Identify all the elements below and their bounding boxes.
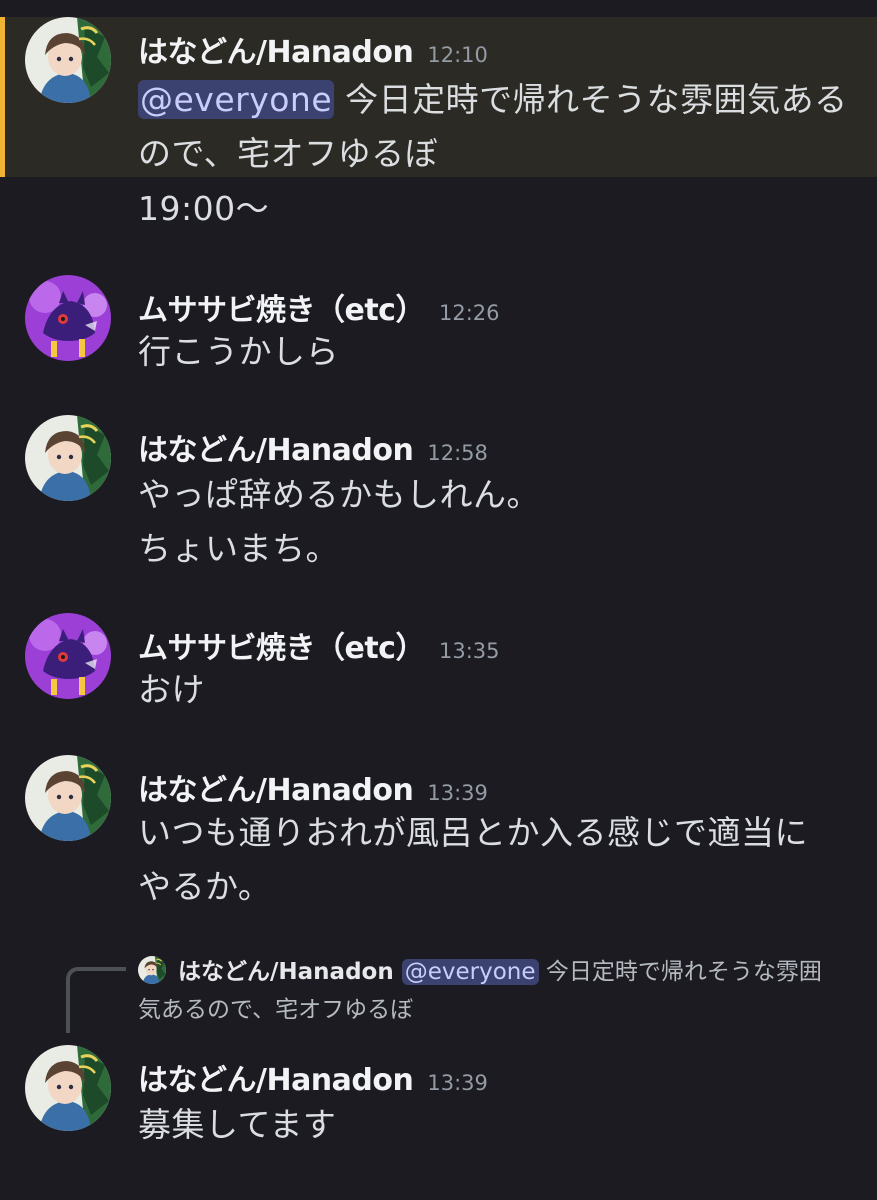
username[interactable]: はなどん/Hanadon xyxy=(138,433,414,468)
message-text: 19:00〜 xyxy=(138,189,270,228)
hanadon-avatar-icon xyxy=(138,956,166,984)
username[interactable]: ムササビ焼き（etc） xyxy=(138,293,425,328)
mention-everyone[interactable]: @everyone xyxy=(138,80,335,119)
message-header: はなどん/Hanadon 13:39 xyxy=(138,1055,488,1099)
message-group: はなどん/Hanadon 12:10 @everyone 今日定時で帰れそうな雰囲… xyxy=(0,17,877,177)
username[interactable]: ムササビ焼き（etc） xyxy=(138,631,425,666)
message-text: ので、宅オフゆるぼ xyxy=(138,134,439,173)
message-continuation: 19:00〜 xyxy=(0,182,877,238)
timestamp: 12:26 xyxy=(438,301,500,325)
message-content: おけ xyxy=(138,663,205,717)
reply-connector xyxy=(66,967,126,1033)
user-avatar[interactable] xyxy=(25,275,111,361)
message-header: はなどん/Hanadon 13:39 xyxy=(138,765,488,809)
mention-everyone[interactable]: @everyone xyxy=(401,959,539,985)
timestamp: 12:10 xyxy=(427,43,488,67)
message-text: 行こうかしら xyxy=(138,332,339,371)
message-text: 募集してます xyxy=(138,1105,337,1144)
message-content: 募集してます xyxy=(138,1098,336,1152)
user-avatar[interactable] xyxy=(25,755,111,841)
user-avatar[interactable] xyxy=(25,415,111,501)
message-content: 19:00〜 xyxy=(138,182,269,236)
username[interactable]: はなどん/Hanadon xyxy=(138,773,414,808)
message-text: いつも通りおれが風呂とか入る感じで適当に xyxy=(138,813,808,852)
reply-text: 今日定時で帰れそうな雰囲 xyxy=(545,959,822,985)
message-content: やっぱ辞めるかもしれん。 ちょいまち。 xyxy=(138,468,540,576)
message-group: ムササビ焼き（etc） 13:35 おけ xyxy=(0,613,877,713)
timestamp: 13:39 xyxy=(427,1071,488,1095)
message-content: @everyone 今日定時で帰れそうな雰囲気ある ので、宅オフゆるぼ xyxy=(138,73,848,181)
timestamp: 12:58 xyxy=(427,441,488,465)
message-content: 行こうかしら xyxy=(138,325,339,379)
message-text: やっぱ辞めるかもしれん。 xyxy=(138,475,540,514)
message-text: おけ xyxy=(138,670,205,709)
reply-username[interactable]: はなどん/Hanadon xyxy=(178,959,394,985)
message-group: はなどん/Hanadon 13:39 募集してます xyxy=(0,1045,877,1155)
message-header: ムササビ焼き（etc） 13:35 xyxy=(138,623,500,667)
message-group: ムササビ焼き（etc） 12:26 行こうかしら xyxy=(0,275,877,375)
user-avatar[interactable] xyxy=(25,17,111,103)
reply-preview[interactable]: はなどん/Hanadon @everyone 今日定時で帰れそうな雰囲 気あるので… xyxy=(138,953,858,1029)
user-avatar[interactable] xyxy=(25,613,111,699)
username[interactable]: はなどん/Hanadon xyxy=(138,1063,414,1098)
hanadon-avatar-icon xyxy=(25,17,111,103)
message-text: ちょいまち。 xyxy=(138,529,339,568)
timestamp: 13:35 xyxy=(438,639,500,663)
message-group: はなどん/Hanadon 13:39 いつも通りおれが風呂とか入る感じで適当に や… xyxy=(0,755,877,915)
reply-text: 気あるので、宅オフゆるぼ xyxy=(138,997,414,1023)
message-header: はなどん/Hanadon 12:58 xyxy=(138,425,488,469)
username[interactable]: はなどん/Hanadon xyxy=(138,35,414,70)
hanadon-avatar-icon xyxy=(25,755,111,841)
user-avatar[interactable] xyxy=(25,1045,111,1131)
timestamp: 13:39 xyxy=(427,781,488,805)
message-text: やるか。 xyxy=(138,867,272,906)
message-group: はなどん/Hanadon 12:58 やっぱ辞めるかもしれん。 ちょいまち。 xyxy=(0,415,877,575)
musasabi-avatar-icon xyxy=(25,275,111,361)
message-header: ムササビ焼き（etc） 12:26 xyxy=(138,285,500,329)
musasabi-avatar-icon xyxy=(25,613,111,699)
reply-avatar xyxy=(138,956,166,984)
hanadon-avatar-icon xyxy=(25,1045,111,1131)
message-header: はなどん/Hanadon 12:10 xyxy=(138,27,488,71)
hanadon-avatar-icon xyxy=(25,415,111,501)
message-text: 今日定時で帰れそうな雰囲気ある xyxy=(345,80,848,119)
message-content: いつも通りおれが風呂とか入る感じで適当に やるか。 xyxy=(138,806,808,914)
